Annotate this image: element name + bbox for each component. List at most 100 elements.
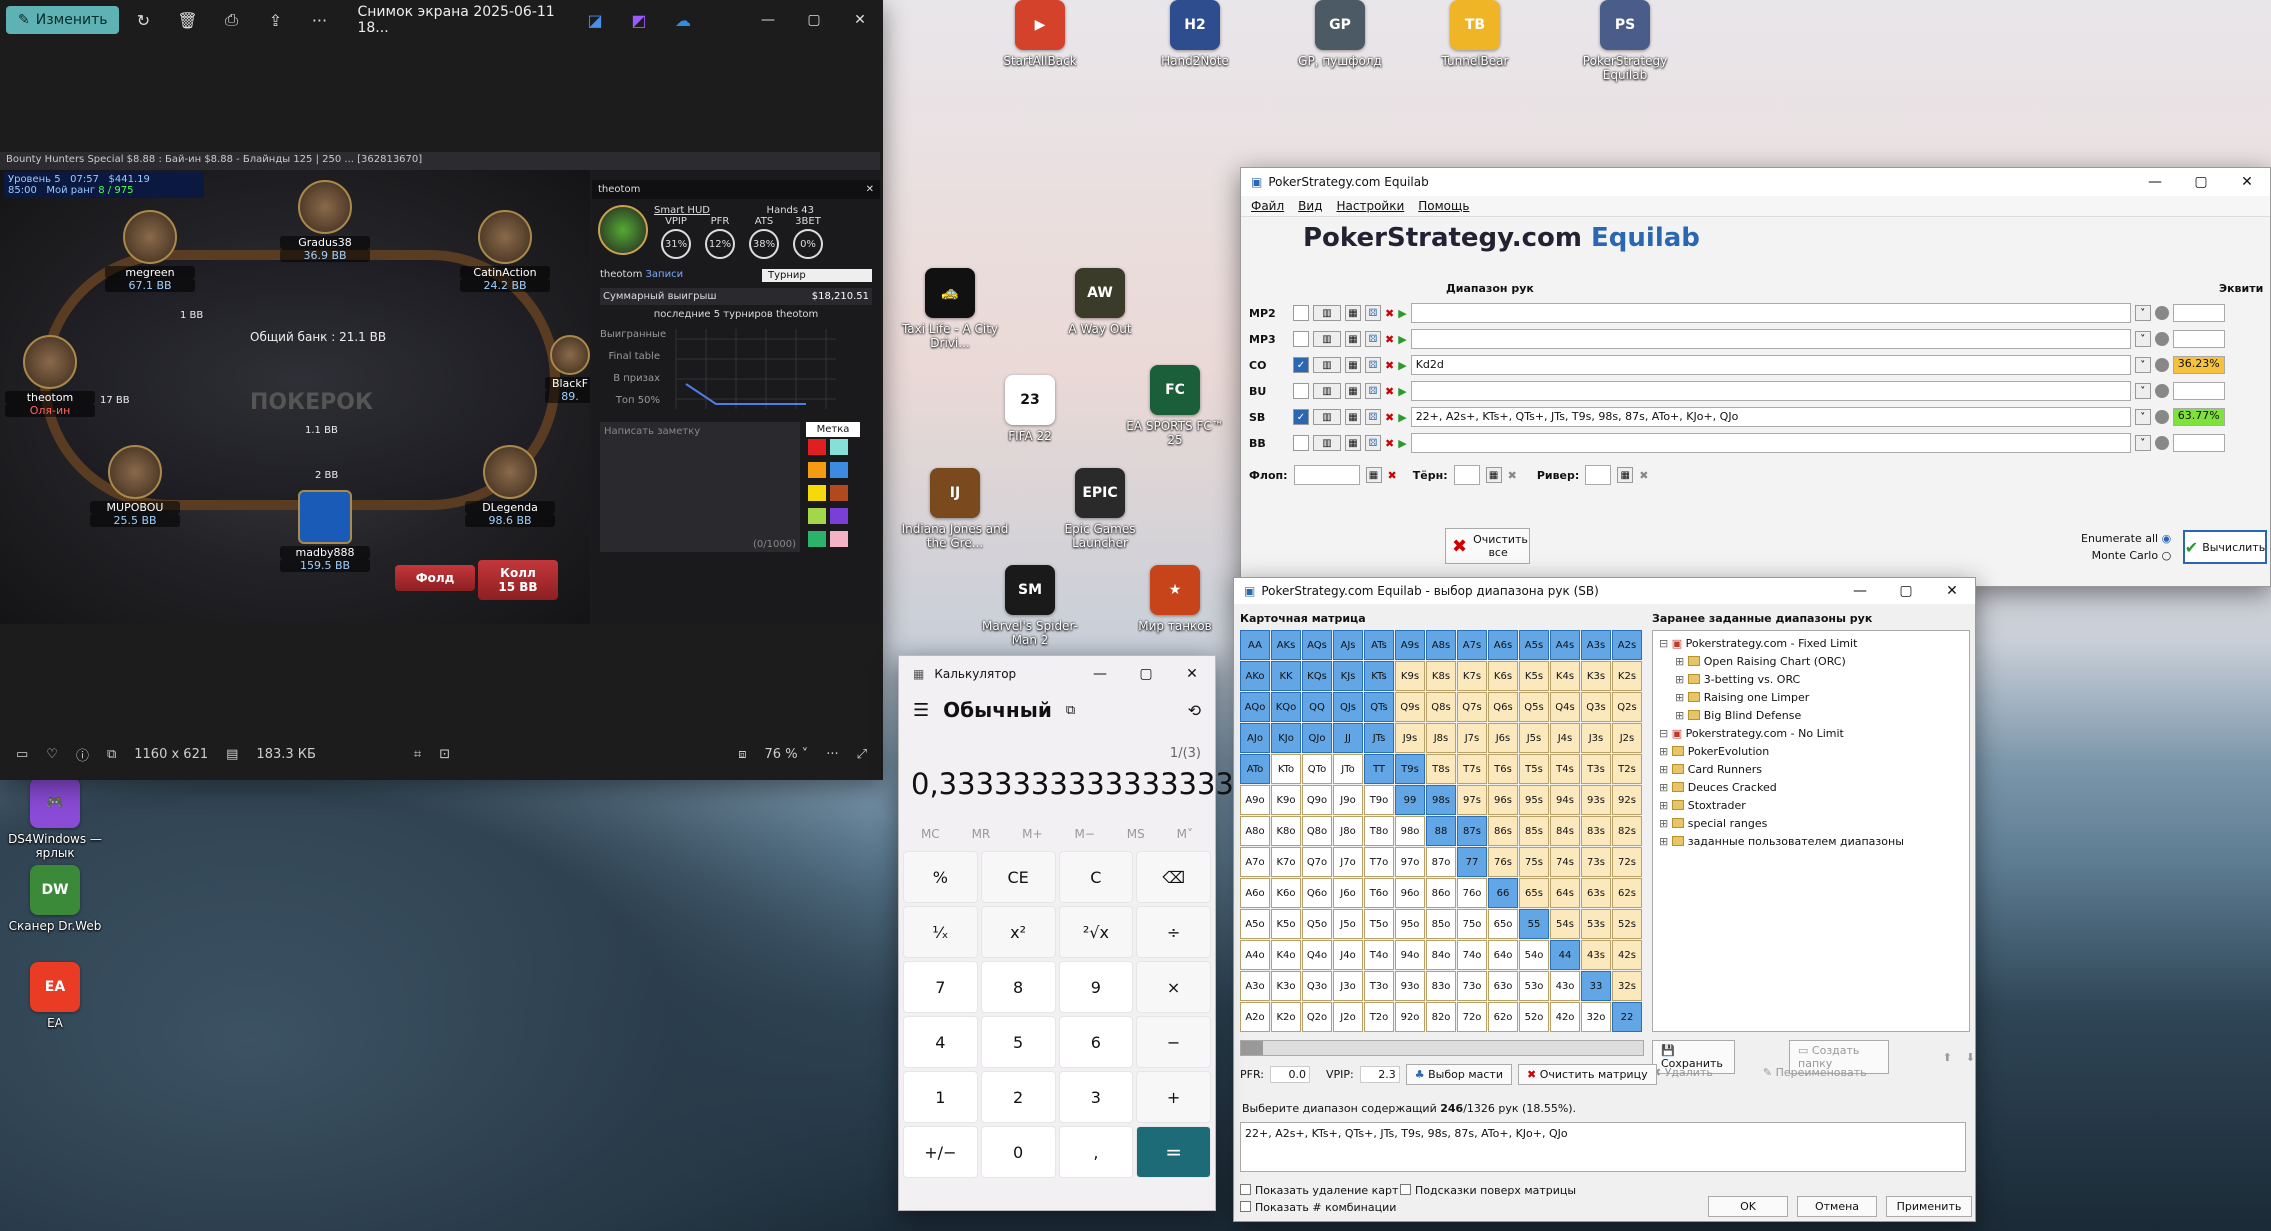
memory-button-2[interactable]: M+ (1022, 827, 1042, 841)
matrix-cell-85o[interactable]: 85o (1426, 909, 1456, 939)
matrix-cell-t9o[interactable]: T9o (1364, 785, 1394, 815)
matrix-cell-a8s[interactable]: A8s (1426, 630, 1456, 660)
range-editor-icon[interactable]: ▥ (1313, 331, 1341, 347)
range-editor-icon[interactable]: ▥ (1313, 435, 1341, 451)
note-textarea[interactable]: Написать заметку (0/1000) (600, 422, 800, 552)
matrix-cell-a3s[interactable]: A3s (1581, 630, 1611, 660)
clear-row-icon[interactable]: ✖ (1385, 385, 1394, 398)
matrix-cell-98o[interactable]: 98o (1395, 816, 1425, 846)
tree-item-10[interactable]: ⊞ special ranges (1659, 815, 1963, 833)
close-icon[interactable]: ✕ (2224, 166, 2270, 198)
move-up-icon[interactable]: ⬆ (1943, 1051, 1952, 1064)
desktop-icon-8[interactable]: FC EA SPORTS FC™ 25 (1120, 365, 1230, 447)
matrix-slider[interactable] (1240, 1040, 1644, 1056)
key-4[interactable]: ¹⁄ₓ (903, 906, 978, 958)
tree-item-0[interactable]: ⊟ ▣ Pokerstrategy.com - Fixed Limit (1659, 635, 1963, 653)
matrix-cell-qjo[interactable]: QJo (1302, 723, 1332, 753)
matrix-cell-86o[interactable]: 86o (1426, 878, 1456, 908)
matrix-cell-96s[interactable]: 96s (1488, 785, 1518, 815)
matrix-cell-83o[interactable]: 83o (1426, 971, 1456, 1001)
rotate-icon[interactable]: ↻ (121, 11, 165, 30)
matrix-cell-77[interactable]: 77 (1457, 847, 1487, 877)
desktop-icon-1[interactable]: H2 Hand2Note (1140, 0, 1250, 68)
matrix-cell-74s[interactable]: 74s (1550, 847, 1580, 877)
matrix-cell-t9s[interactable]: T9s (1395, 754, 1425, 784)
matrix-cell-q6s[interactable]: Q6s (1488, 692, 1518, 722)
app-icon-a[interactable]: ◪ (573, 11, 617, 30)
hud-close-icon[interactable]: ✕ (866, 184, 874, 195)
records-link[interactable]: Записи (646, 269, 684, 280)
matrix-cell-k6s[interactable]: K6s (1488, 661, 1518, 691)
seat-madby888[interactable]: madby888 159.5 BB (280, 490, 370, 572)
matrix-cell-j2o[interactable]: J2o (1333, 1002, 1363, 1032)
matrix-cell-aa[interactable]: AA (1240, 630, 1270, 660)
matrix-cell-k5s[interactable]: K5s (1519, 661, 1549, 691)
key-6[interactable]: ²√x (1058, 906, 1134, 958)
color-swatch[interactable] (808, 462, 826, 478)
apply-button[interactable]: Применить (1886, 1196, 1972, 1217)
color-swatch[interactable] (830, 462, 848, 478)
favorite-icon[interactable]: ♡ (46, 747, 58, 762)
key-14[interactable]: 6 (1058, 1016, 1134, 1068)
matrix-cell-kto[interactable]: KTo (1271, 754, 1301, 784)
range-editor-icon[interactable]: ▥ (1313, 409, 1341, 425)
key-7[interactable]: ÷ (1136, 906, 1211, 958)
expand-icon[interactable]: ⊞ (1675, 709, 1688, 722)
matrix-cell-aqo[interactable]: AQo (1240, 692, 1270, 722)
desktop-icon-9[interactable]: IJ Indiana Jones and the Gre... (900, 468, 1010, 550)
matrix-cell-ajo[interactable]: AJo (1240, 723, 1270, 753)
pfr-input[interactable]: 0.0 (1269, 1066, 1310, 1083)
matrix-cell-a9s[interactable]: A9s (1395, 630, 1425, 660)
range-input[interactable]: Kd2d (1410, 355, 2131, 375)
filmstrip-icon[interactable]: ▭ (16, 747, 28, 762)
matrix-cell-t2s[interactable]: T2s (1612, 754, 1642, 784)
matrix-cell-aqs[interactable]: AQs (1302, 630, 1332, 660)
clear-row-icon[interactable]: ✖ (1385, 307, 1394, 320)
show-combos-checkbox[interactable]: Показать # комбинации (1240, 1201, 1396, 1214)
enumerate-radio[interactable]: ◉ (2162, 532, 2172, 545)
matrix-cell-q2o[interactable]: Q2o (1302, 1002, 1332, 1032)
matrix-cell-ato[interactable]: ATo (1240, 754, 1270, 784)
random-icon[interactable]: ⚄ (1365, 409, 1381, 425)
matrix-cell-75o[interactable]: 75o (1457, 909, 1487, 939)
card-picker-icon[interactable]: ▦ (1345, 409, 1361, 425)
clear-row-icon[interactable]: ✖ (1385, 437, 1394, 450)
desktop-icon-6[interactable]: AW A Way Out (1045, 268, 1155, 336)
matrix-cell-q3o[interactable]: Q3o (1302, 971, 1332, 1001)
dropdown-icon[interactable]: ˅ (2134, 305, 2151, 321)
color-swatch[interactable] (830, 508, 848, 524)
clear-all-button[interactable]: ✖ Очистить все (1445, 528, 1531, 564)
matrix-cell-62o[interactable]: 62o (1488, 1002, 1518, 1032)
matrix-cell-q8o[interactable]: Q8o (1302, 816, 1332, 846)
matrix-cell-aks[interactable]: AKs (1271, 630, 1301, 660)
random-icon[interactable]: ⚄ (1365, 435, 1381, 451)
key-20[interactable]: +/− (903, 1126, 978, 1178)
seat-megreen[interactable]: megreen 67.1 BB (105, 210, 195, 292)
matrix-cell-t4o[interactable]: T4o (1364, 940, 1394, 970)
matrix-cell-j4s[interactable]: J4s (1550, 723, 1580, 753)
info-icon[interactable]: ⓘ (76, 745, 89, 764)
play-icon[interactable]: ▶ (1398, 307, 1406, 320)
key-10[interactable]: 9 (1058, 961, 1134, 1013)
matrix-cell-54o[interactable]: 54o (1519, 940, 1549, 970)
matrix-cell-j3o[interactable]: J3o (1333, 971, 1363, 1001)
matrix-cell-k9o[interactable]: K9o (1271, 785, 1301, 815)
more-icon[interactable]: ··· (826, 747, 838, 762)
dropdown-icon[interactable]: ˅ (2134, 357, 2151, 373)
matrix-cell-qto[interactable]: QTo (1302, 754, 1332, 784)
matrix-cell-k8s[interactable]: K8s (1426, 661, 1456, 691)
monte-carlo-radio[interactable]: ○ (2162, 549, 2172, 562)
color-swatch[interactable] (830, 531, 848, 547)
desktop-icon-3[interactable]: TB TunnelBear (1420, 0, 1530, 68)
play-icon[interactable]: ▶ (1398, 411, 1406, 424)
matrix-cell-t5o[interactable]: T5o (1364, 909, 1394, 939)
desktop-icon-15[interactable]: EA EA (0, 962, 110, 1030)
dropdown-icon[interactable]: ˅ (2134, 331, 2151, 347)
matrix-cell-a6o[interactable]: A6o (1240, 878, 1270, 908)
matrix-cell-ajs[interactable]: AJs (1333, 630, 1363, 660)
matrix-cell-ako[interactable]: AKo (1240, 661, 1270, 691)
matrix-cell-jj[interactable]: JJ (1333, 723, 1363, 753)
matrix-cell-kqs[interactable]: KQs (1302, 661, 1332, 691)
matrix-cell-82o[interactable]: 82o (1426, 1002, 1456, 1032)
matrix-cell-ats[interactable]: ATs (1364, 630, 1394, 660)
